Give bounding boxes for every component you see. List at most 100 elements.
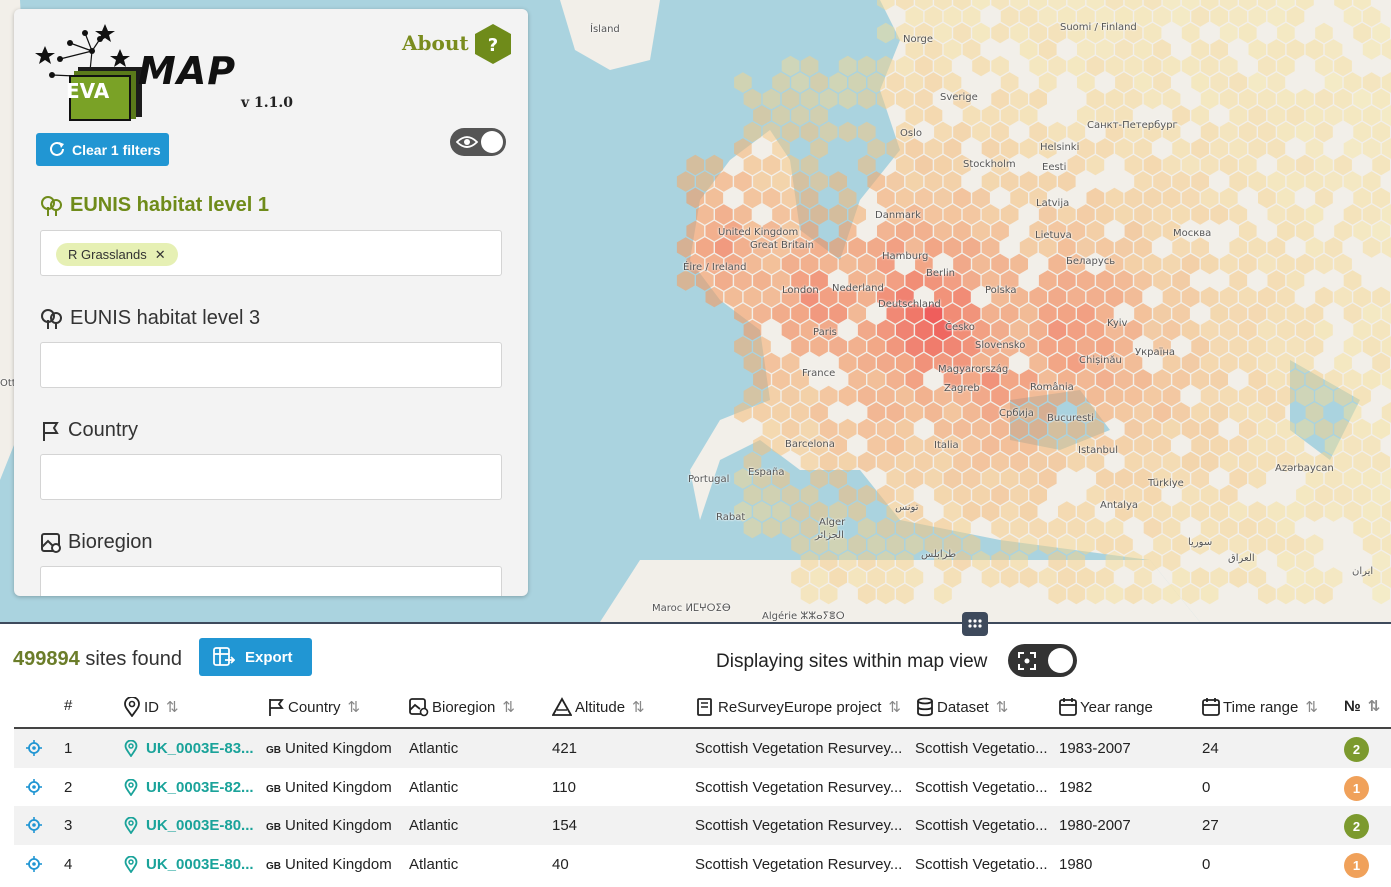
export-button[interactable]: Export: [199, 638, 312, 676]
country-code: GB: [266, 822, 281, 833]
crosshair-locate-icon[interactable]: [26, 856, 42, 872]
column-header-count[interactable]: №⇅: [1344, 697, 1380, 715]
map-place-label: Ísland: [590, 24, 620, 35]
sort-icon: ⇅: [1368, 697, 1381, 715]
flag-icon: [267, 697, 285, 717]
table-row[interactable]: 3UK_0003E-80...GBUnited KingdomAtlantic1…: [14, 806, 1391, 845]
sites-count: 499894 sites found: [13, 648, 182, 671]
map-view-filter-toggle[interactable]: [1008, 644, 1077, 677]
panel-resize-handle[interactable]: [962, 612, 988, 636]
dataset-cell: Scottish Vegetatio...: [915, 817, 1053, 834]
eunis-level-3-select[interactable]: [40, 342, 502, 388]
altitude-cell: 40: [552, 856, 569, 873]
filter-chip: R Grasslands ✕: [56, 243, 178, 266]
bioregion-cell: Atlantic: [409, 817, 458, 834]
country-cell: GB United Kingdom: [266, 817, 408, 834]
crosshair-locate-icon[interactable]: [26, 817, 42, 833]
visibility-toggle[interactable]: [450, 128, 506, 156]
chip-remove-icon[interactable]: ✕: [155, 247, 166, 263]
site-id-link[interactable]: UK_0003E-82...: [146, 779, 256, 796]
map-place-label: Беларусь: [1066, 256, 1115, 267]
sites-count-number: 499894: [13, 648, 80, 670]
column-header-country[interactable]: Country⇅: [267, 697, 360, 717]
focus-frame-icon: [1017, 651, 1037, 671]
table-row[interactable]: 4UK_0003E-80...GBUnited KingdomAtlantic4…: [14, 845, 1391, 884]
site-id-link[interactable]: UK_0003E-83...: [146, 740, 256, 757]
filter-label-eunis-level-1: EUNIS habitat level 1: [40, 194, 269, 217]
map-place-label: España: [748, 467, 784, 478]
map-place-label: Україна: [1135, 347, 1175, 358]
export-table-icon: [213, 647, 235, 667]
eunis-level-1-select[interactable]: R Grasslands ✕: [40, 230, 502, 276]
table-row[interactable]: 1UK_0003E-83...GBUnited KingdomAtlantic4…: [14, 729, 1391, 768]
map-place-label: România: [1030, 382, 1074, 393]
help-hexagon-icon[interactable]: ?: [473, 23, 513, 65]
app-version: v 1.1.0: [241, 95, 293, 111]
country-name: United Kingdom: [285, 817, 392, 834]
dataset-cell: Scottish Vegetatio...: [915, 856, 1053, 873]
table-body: 1 UK_0003E-83... GB United Kingdom Atlantic 4…: [14, 729, 1391, 883]
column-header-bioregion[interactable]: Bioregion⇅: [409, 697, 515, 717]
app-title: MAP: [138, 49, 236, 93]
crosshair-locate-icon[interactable]: [26, 740, 42, 756]
location-pin-icon: [124, 779, 138, 796]
table-row[interactable]: 2UK_0003E-82...GBUnited KingdomAtlantic1…: [14, 768, 1391, 807]
map-place-label: Москва: [1173, 228, 1211, 239]
site-id-link[interactable]: UK_0003E-80...: [146, 856, 256, 873]
country-code: GB: [266, 861, 281, 872]
country-select[interactable]: [40, 454, 502, 500]
sort-icon: ⇅: [1305, 698, 1318, 716]
column-header-id[interactable]: ID⇅: [123, 697, 179, 717]
bioregion-select[interactable]: [40, 566, 502, 596]
sort-icon: ⇅: [502, 698, 515, 716]
refresh-icon: [48, 140, 66, 158]
clear-filters-button[interactable]: Clear 1 filters: [36, 133, 169, 166]
map-place-label: Magyarország: [938, 364, 1008, 375]
site-id-link[interactable]: UK_0003E-80...: [146, 817, 256, 834]
bioregion-cell: Atlantic: [409, 740, 458, 757]
results-panel: 499894 sites found Export Displaying sit…: [0, 622, 1391, 887]
map-place-label: Danmark: [875, 210, 921, 221]
flag-icon: [40, 420, 62, 442]
about-link[interactable]: About: [402, 31, 469, 55]
row-number: 3: [64, 817, 72, 834]
export-label: Export: [245, 649, 293, 666]
column-header-project[interactable]: ReSurveyEurope project⇅: [695, 697, 901, 717]
column-header-altitude[interactable]: Altitude⇅: [552, 697, 645, 717]
map-place-label: London: [782, 285, 819, 296]
country-code: GB: [266, 784, 281, 795]
map-place-label: Stockholm: [963, 159, 1016, 170]
map-place-label: Great Britain: [750, 240, 814, 251]
image-location-icon: [409, 697, 429, 717]
map-place-label: Portugal: [688, 474, 729, 485]
column-header-number: #: [64, 697, 72, 714]
map-place-label: Chișinău: [1079, 355, 1122, 366]
map-place-label: Hamburg: [882, 251, 928, 262]
resurvey-count-badge: 1: [1344, 853, 1369, 878]
column-header-time-range[interactable]: Time range⇅: [1202, 697, 1318, 717]
resurvey-count-badge: 2: [1344, 814, 1369, 839]
map-place-label: الجزائر: [815, 530, 844, 541]
altitude-cell: 110: [552, 779, 576, 796]
time-range-cell: 27: [1202, 817, 1219, 834]
logo-badge: EVA: [66, 79, 109, 103]
map-place-label: العراق: [1228, 553, 1255, 564]
chip-label: R Grasslands: [68, 247, 147, 262]
sites-count-label: sites found: [85, 648, 182, 670]
map-place-label: France: [802, 368, 835, 379]
map-place-label: Paris: [813, 327, 837, 338]
table-header: # ID⇅ Country⇅ Bioregion⇅ Altitude⇅ ReSu…: [14, 686, 1391, 729]
map-place-label: Norge: [903, 34, 933, 45]
clear-filters-label: Clear 1 filters: [72, 142, 161, 158]
map-place-label: Helsinki: [1040, 142, 1079, 153]
column-header-dataset[interactable]: Dataset⇅: [916, 697, 1008, 717]
project-cell: Scottish Vegetation Resurvey...: [695, 856, 910, 873]
resurvey-count-badge: 1: [1344, 776, 1369, 801]
tree-icon: [40, 308, 64, 330]
location-pin-icon: [124, 856, 138, 873]
project-cell: Scottish Vegetation Resurvey...: [695, 740, 910, 757]
toggle-knob: [481, 131, 503, 153]
map-place-label: Sverige: [940, 92, 978, 103]
crosshair-locate-icon[interactable]: [26, 779, 42, 795]
map-place-label: Zagreb: [944, 383, 980, 394]
